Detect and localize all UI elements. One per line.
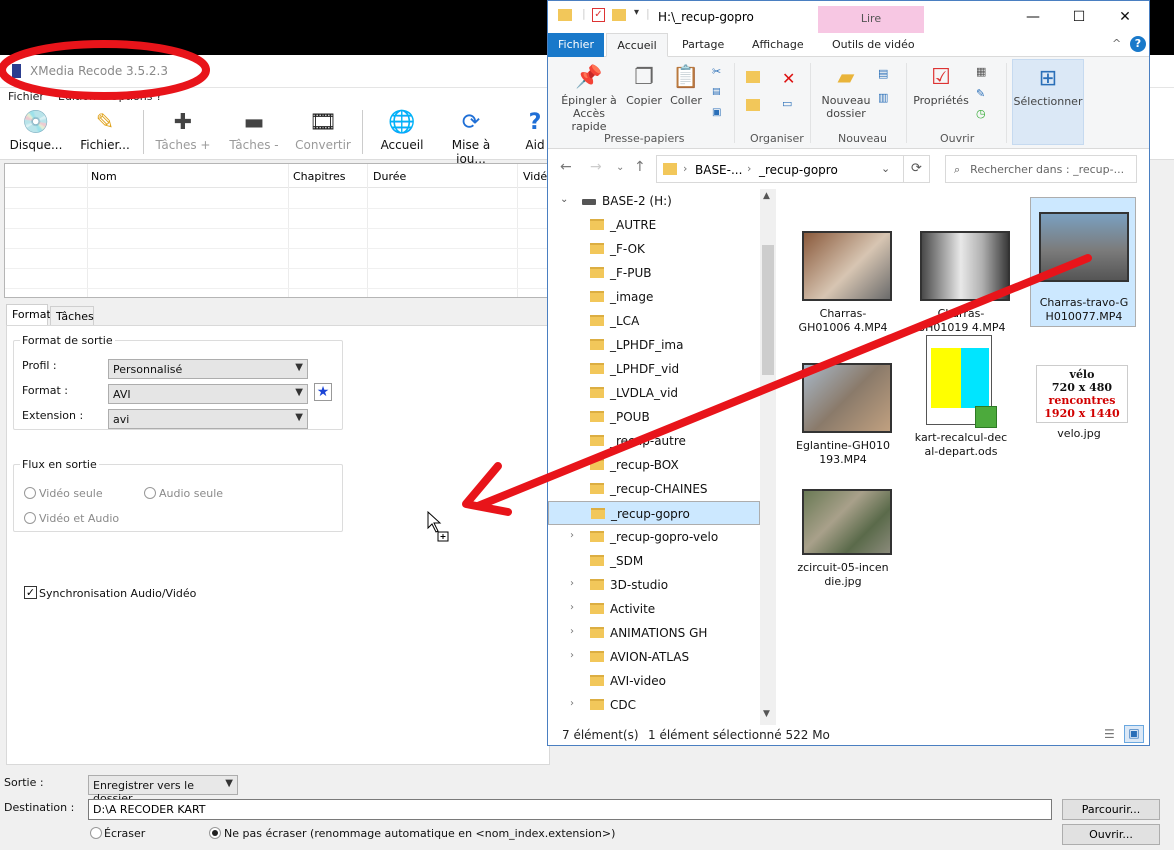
highlight-ellipse [0,40,210,100]
drag-arrow-head [462,462,512,516]
drag-arrow-line [474,254,1092,510]
drag-cursor-icon [427,510,449,542]
annotation-overlay [0,40,1092,542]
